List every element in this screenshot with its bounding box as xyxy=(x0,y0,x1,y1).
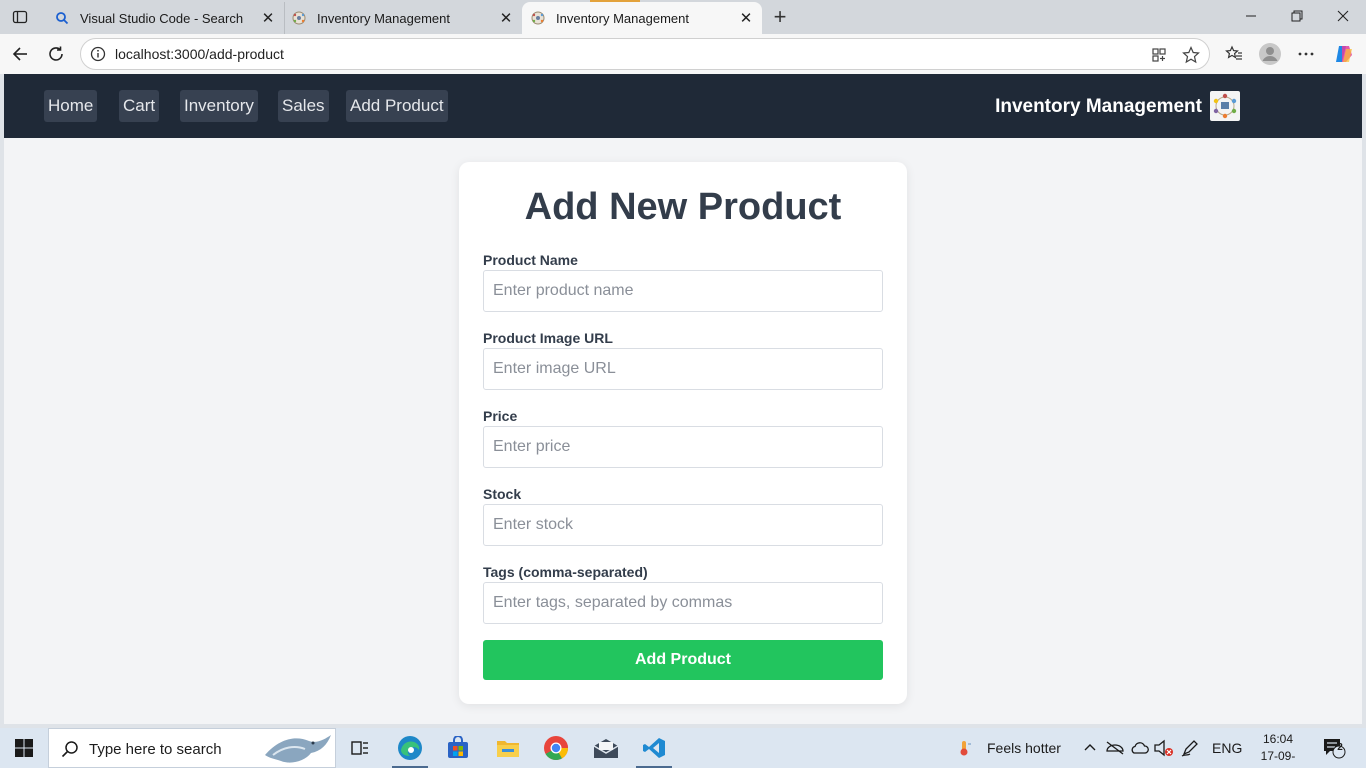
windows-taskbar: Type here to search Feels hotter ENG 16:… xyxy=(0,728,1366,768)
speaker-muted-icon[interactable] xyxy=(1153,728,1175,768)
brand-title: Inventory Management xyxy=(995,96,1202,117)
browser-toolbar: localhost:3000/add-product xyxy=(0,34,1366,74)
tags-input[interactable] xyxy=(483,582,883,624)
nav-link-inventory[interactable]: Inventory xyxy=(180,90,258,122)
nav-link-cart[interactable]: Cart xyxy=(119,90,160,122)
site-info-icon[interactable] xyxy=(90,46,106,62)
notification-count-badge: 2 xyxy=(1337,742,1343,753)
weather-widget[interactable]: Feels hotter xyxy=(956,728,1061,768)
nav-link-add-product[interactable]: Add Product xyxy=(346,90,448,122)
clock-date: 17-09-2025 xyxy=(1260,749,1296,768)
app-favicon-icon xyxy=(291,10,307,26)
windows-logo-icon xyxy=(15,739,33,757)
vscode-icon[interactable] xyxy=(630,728,678,768)
task-view-icon[interactable] xyxy=(336,728,384,768)
tags-label: Tags (comma-separated) xyxy=(483,564,648,580)
browser-tab-strip: Visual Studio Code - Search ✕ Inventory … xyxy=(0,0,1366,34)
add-product-form: Add New Product Product Name Product Ima… xyxy=(459,162,907,704)
show-hidden-icons-chevron-icon[interactable] xyxy=(1082,728,1098,768)
search-highlight-manta-ray-icon xyxy=(261,731,333,767)
nav-link-home[interactable]: Home xyxy=(44,90,98,122)
notifications-button[interactable]: 2 xyxy=(1322,728,1346,768)
search-icon xyxy=(61,740,79,758)
minimize-button[interactable] xyxy=(1228,0,1274,32)
app-navbar: Home Cart Inventory Sales Add Product In… xyxy=(4,74,1362,138)
close-window-button[interactable] xyxy=(1320,0,1366,32)
file-explorer-icon[interactable] xyxy=(484,728,532,768)
start-button[interactable] xyxy=(0,728,48,768)
price-input[interactable] xyxy=(483,426,883,468)
refresh-button[interactable] xyxy=(42,40,70,68)
favorites-icon[interactable] xyxy=(1220,40,1248,68)
close-tab-icon[interactable]: ✕ xyxy=(258,8,278,28)
copilot-icon[interactable] xyxy=(1330,40,1358,68)
language-indicator[interactable]: ENG xyxy=(1212,728,1242,768)
profile-avatar[interactable] xyxy=(1256,40,1284,68)
product-image-url-input[interactable] xyxy=(483,348,883,390)
page-title: Add New Product xyxy=(524,186,842,228)
tab-title: Inventory Management xyxy=(317,10,450,26)
brand-logo-icon xyxy=(1210,91,1240,121)
price-label: Price xyxy=(483,408,518,424)
browser-tab-inventory-active[interactable]: Inventory Management ✕ xyxy=(522,0,762,34)
search-icon xyxy=(54,10,70,26)
microsoft-store-icon[interactable] xyxy=(434,728,482,768)
clock-time: 16:04 xyxy=(1262,732,1294,746)
product-name-input[interactable] xyxy=(483,270,883,312)
browser-tab-vscode-search[interactable]: Visual Studio Code - Search ✕ xyxy=(44,2,284,34)
add-product-button[interactable]: Add Product xyxy=(483,640,883,680)
more-options-icon[interactable] xyxy=(1292,40,1320,68)
new-tab-button[interactable]: + xyxy=(766,4,794,30)
product-name-label: Product Name xyxy=(483,252,578,268)
nav-link-sales[interactable]: Sales xyxy=(278,90,329,122)
tab-title: Visual Studio Code - Search xyxy=(80,10,244,26)
tab-title: Inventory Management xyxy=(556,10,689,26)
app-favicon-icon xyxy=(530,10,546,26)
mail-icon[interactable] xyxy=(582,728,630,768)
url-text: localhost:3000/add-product xyxy=(115,46,284,62)
back-button[interactable] xyxy=(6,40,34,68)
thermometer-icon xyxy=(960,741,971,756)
close-tab-icon[interactable]: ✕ xyxy=(496,8,516,28)
taskbar-search-box[interactable]: Type here to search xyxy=(48,728,336,768)
onedrive-cloud-icon[interactable] xyxy=(1129,728,1149,768)
restore-button[interactable] xyxy=(1274,0,1320,32)
page-viewport: Home Cart Inventory Sales Add Product In… xyxy=(4,74,1362,724)
chrome-icon[interactable] xyxy=(532,728,580,768)
network-offline-icon[interactable] xyxy=(1105,728,1125,768)
pen-ink-icon[interactable] xyxy=(1181,728,1199,768)
edge-browser-icon[interactable] xyxy=(386,728,434,768)
taskbar-search-placeholder: Type here to search xyxy=(89,741,222,758)
tab-actions-icon[interactable] xyxy=(8,5,32,29)
stock-label: Stock xyxy=(483,486,522,502)
close-tab-icon[interactable]: ✕ xyxy=(736,8,756,28)
product-image-url-label: Product Image URL xyxy=(483,330,613,346)
stock-input[interactable] xyxy=(483,504,883,546)
app-available-icon[interactable] xyxy=(1149,45,1169,65)
address-bar[interactable]: localhost:3000/add-product xyxy=(80,38,1210,70)
taskbar-clock[interactable]: 16:04 17-09-2025 xyxy=(1250,731,1306,768)
browser-tab-inventory[interactable]: Inventory Management ✕ xyxy=(284,2,522,34)
favorite-star-icon[interactable] xyxy=(1181,45,1201,65)
weather-text: Feels hotter xyxy=(987,740,1061,756)
